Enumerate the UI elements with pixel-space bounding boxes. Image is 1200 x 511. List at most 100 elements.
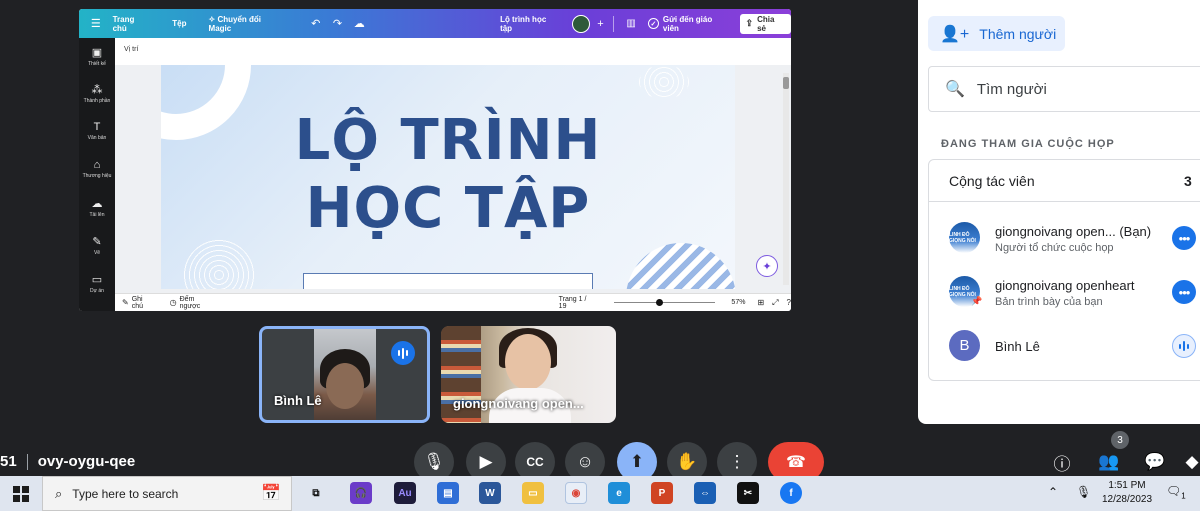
magic-switch-button[interactable]: ✧ Chuyển đổi Magic (209, 15, 285, 33)
redo-icon[interactable]: ↷ (327, 17, 349, 30)
file-explorer-icon[interactable]: ▭ (522, 482, 544, 504)
edge-icon[interactable]: e (608, 482, 630, 504)
rail-item-projects[interactable]: ▭ Dự án (79, 273, 115, 294)
page-indicator[interactable]: Trang 1 / 19 (559, 296, 596, 310)
send-to-teacher-button[interactable]: ✓ Gửi đến giáo viên (648, 15, 730, 33)
meeting-details-button[interactable]: ⓘ (1049, 449, 1075, 475)
speaking-indicator-icon (391, 341, 415, 365)
check-icon: ✓ (648, 18, 659, 29)
zoom-slider[interactable] (613, 299, 716, 306)
timer-button[interactable]: ◷ Đếm ngược (170, 296, 217, 310)
taskbar-search-text: Type here to search (72, 486, 179, 501)
participant-row-role: Bản trình bày của bạn (995, 296, 1103, 308)
tray-microphone-icon[interactable]: 🎙 (1076, 485, 1091, 499)
slide-title-line1[interactable]: LỘ TRÌNH (161, 109, 735, 173)
microphone-icon: 🎙 (423, 452, 445, 471)
people-button[interactable]: 👥 (1096, 449, 1122, 475)
chat-button[interactable]: 💬 (1142, 449, 1168, 475)
menu-icon[interactable]: ☰ (79, 9, 113, 38)
decor-rings-bottom (181, 237, 257, 289)
taskbar-clock[interactable]: 1:51 PM 12/28/2023 (1098, 479, 1156, 507)
help-icon[interactable]: ? (787, 298, 791, 308)
more-options-icon[interactable]: ••• (1172, 280, 1196, 304)
people-panel: 👤+ Thêm người 🔍 ĐANG THAM GIA CUỘC HỌP C… (918, 0, 1200, 424)
upload-icon: ☁ (91, 198, 103, 210)
insights-icon[interactable]: ▥ (620, 18, 642, 29)
windows-taskbar: ⌕ Type here to search 📅 ⧉ 🎧 Au ▤ W ▭ ◉ e… (0, 476, 1200, 511)
powerpoint-icon[interactable]: P (651, 482, 673, 504)
hand-icon: ✋ (676, 452, 698, 471)
in-meeting-heading: ĐANG THAM GIA CUỘC HỌP (941, 138, 1115, 150)
notes-button[interactable]: ✎ Ghi chú (122, 296, 156, 310)
notification-icon[interactable]: 🗨1 (1166, 484, 1186, 502)
teamviewer-icon[interactable]: ⇔ (694, 482, 716, 504)
chrome-icon[interactable]: ◉ (565, 482, 587, 504)
fullscreen-icon[interactable]: ⤢ (772, 298, 778, 308)
taskbar-search[interactable]: ⌕ Type here to search 📅 (42, 476, 292, 511)
activities-button[interactable]: ◆ (1184, 449, 1200, 475)
shared-presentation-window: ☰ Trang chủ Tệp ✧ Chuyển đổi Magic ↶ ↷ ☁… (79, 9, 791, 311)
people-search-input[interactable] (976, 80, 1177, 98)
decor-stripes (626, 243, 735, 289)
windows-start-icon[interactable] (13, 486, 29, 502)
slide-title-line2[interactable]: HỌC TẬP (161, 177, 735, 241)
undo-icon[interactable]: ↶ (305, 17, 327, 30)
clock-time: 1:51 PM (1108, 480, 1146, 491)
zoom-slider-knob[interactable] (656, 299, 664, 306)
canva-toolbar: ☰ Trang chủ Tệp ✧ Chuyển đổi Magic ↶ ↷ ☁… (79, 9, 791, 38)
slide-textbox[interactable] (303, 273, 593, 289)
word-icon[interactable]: W (479, 482, 501, 504)
add-people-button[interactable]: 👤+ Thêm người (928, 16, 1065, 51)
camera-icon: ▶ (479, 452, 493, 471)
rail-item-draw[interactable]: ✎ Vẽ (79, 235, 115, 256)
collaborator-avatar[interactable] (571, 14, 590, 33)
contributors-header[interactable]: Cộng tác viên 3 (929, 160, 1200, 202)
rail-item-text[interactable]: T Văn bản (79, 121, 115, 141)
rail-item-brand[interactable]: ⌂ Thương hiệu (79, 159, 115, 179)
participant-row-role: Người tổ chức cuộc họp (995, 242, 1114, 254)
share-button[interactable]: ⇪ Chia sẻ (739, 13, 791, 34)
position-label[interactable]: Vị trí (124, 46, 138, 53)
task-view-icon[interactable]: ⧉ (305, 482, 327, 504)
tray-chevron-icon[interactable]: ⌃ (1048, 485, 1058, 499)
shapes-icon: ◆ (1185, 452, 1199, 471)
magic-assistant-icon[interactable]: ✦ (756, 255, 778, 277)
participant-tile[interactable]: giongnoivang open... (441, 326, 616, 423)
participant-row[interactable]: LINH ĐỖ GIỌNG NÓI 📌 giongnoivang openhea… (929, 266, 1200, 316)
share-icon: ⇪ (745, 18, 754, 28)
captions-icon: CC (526, 455, 544, 469)
zoom-value[interactable]: 57% (731, 299, 745, 306)
rail-item-upload[interactable]: ☁ Tải lên (79, 197, 115, 218)
home-link[interactable]: Trang chủ (113, 15, 151, 33)
headphones-app-icon[interactable]: 🎧 (350, 482, 372, 504)
clock-date: 12/28/2023 (1101, 494, 1153, 505)
canva-side-rail: ▣ Thiết kế ⁂ Thành phần T Văn bản ⌂ Thương h… (79, 38, 115, 311)
grid-view-icon[interactable]: ⊞ (757, 298, 764, 308)
decor-rings-top (639, 65, 689, 99)
capcut-icon[interactable]: ✂ (737, 482, 759, 504)
participant-row[interactable]: LINH ĐỖ GIỌNG NÓI giongnoivang open... (… (929, 212, 1200, 262)
people-search[interactable]: 🔍 (928, 66, 1200, 112)
design-title[interactable]: Lộ trình học tập (500, 15, 560, 33)
search-icon: 🔍 (945, 81, 965, 98)
store-icon[interactable]: ▤ (437, 482, 459, 504)
more-options-icon[interactable]: ••• (1172, 226, 1196, 250)
participant-tile[interactable]: Bình Lê (259, 326, 430, 423)
cloud-icon[interactable]: ☁ (348, 17, 370, 30)
slide[interactable]: LỘ TRÌNH HỌC TẬP (161, 65, 735, 289)
participant-name: Bình Lê (274, 393, 322, 408)
audition-icon[interactable]: Au (394, 482, 416, 504)
draw-icon: ✎ (92, 236, 102, 248)
participant-row[interactable]: B Bình Lê (929, 320, 1200, 370)
canvas-scrollbar[interactable] (783, 73, 789, 285)
add-collaborator-icon[interactable]: + (594, 18, 608, 30)
facebook-icon[interactable]: f (780, 482, 802, 504)
rail-item-elements[interactable]: ⁂ Thành phần (79, 83, 115, 104)
rail-item-design[interactable]: ▣ Thiết kế (79, 46, 115, 67)
folder-icon: ▭ (91, 274, 103, 286)
file-menu[interactable]: Tệp (172, 19, 186, 28)
emoji-icon: ☺ (576, 452, 594, 471)
participant-row-name: Bình Lê (995, 339, 1040, 354)
participant-row-name: giongnoivang openheart (995, 278, 1135, 293)
scrollbar-thumb[interactable] (783, 77, 789, 89)
